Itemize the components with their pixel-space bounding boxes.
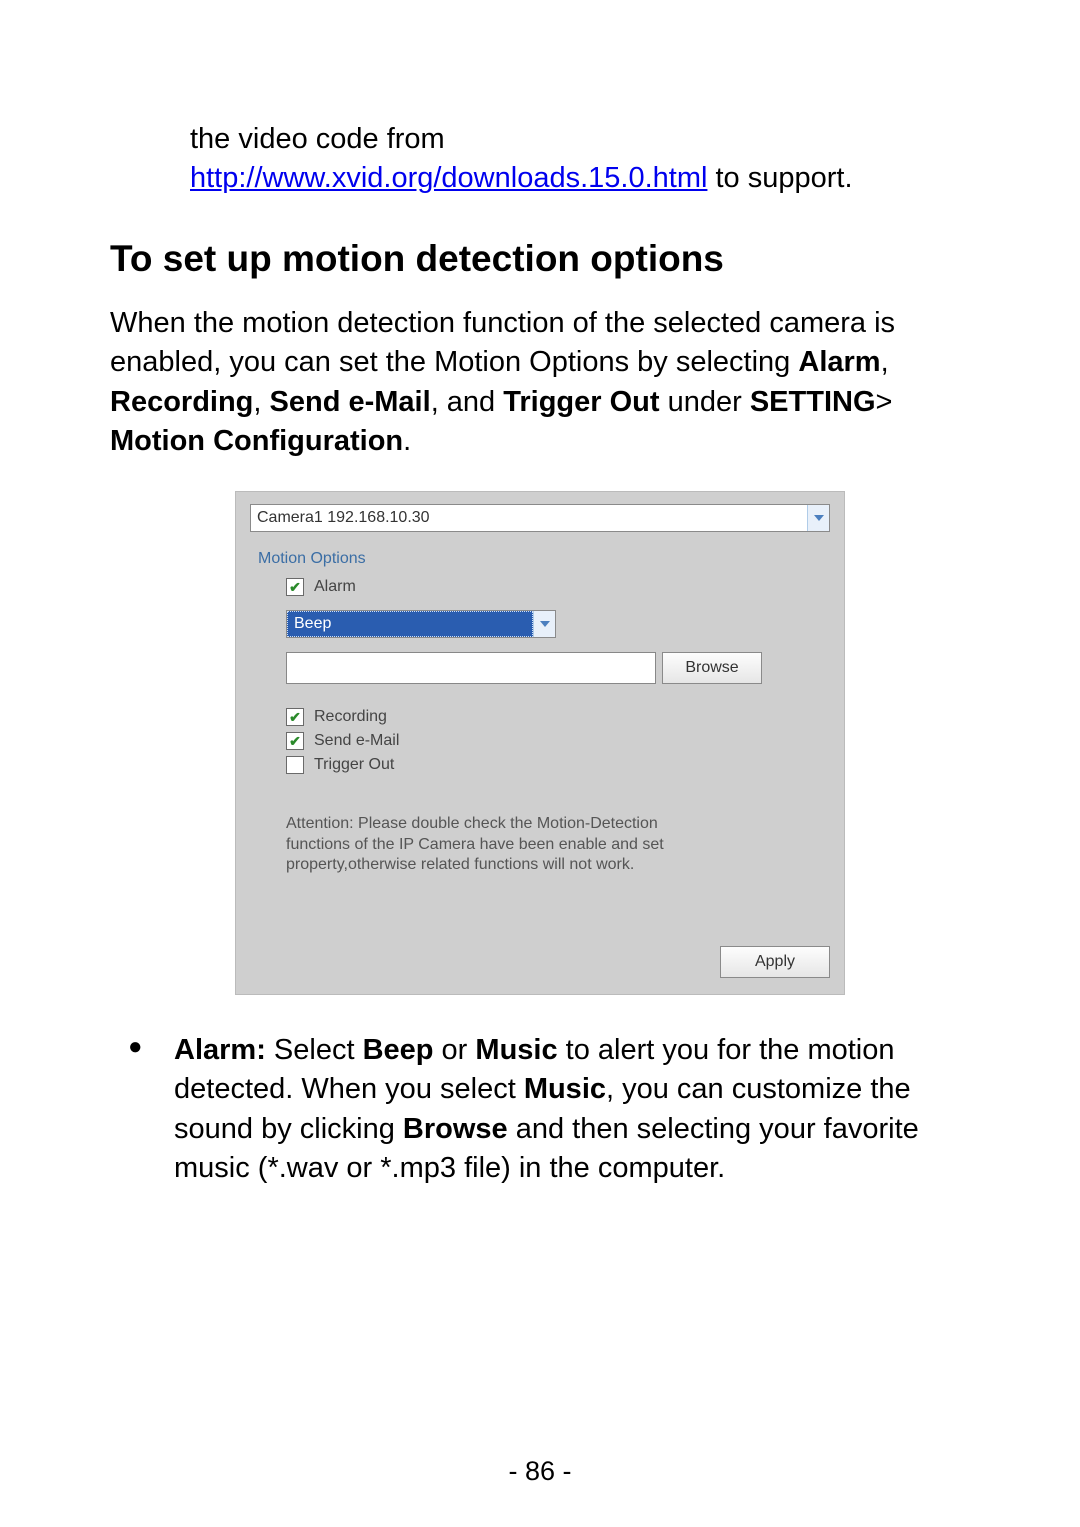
document-page: the video code from http://www.xvid.org/… — [0, 0, 1080, 1527]
camera-select-chevron[interactable] — [807, 505, 829, 531]
music-path-input[interactable] — [286, 652, 656, 684]
chevron-down-icon — [540, 621, 550, 627]
para-b2: Recording — [110, 386, 253, 418]
para-t5: under — [660, 386, 750, 418]
recording-option-row: ✔ Recording — [286, 708, 830, 726]
recording-label: Recording — [314, 708, 387, 726]
para-t4: , and — [431, 386, 504, 418]
para-b5: SETTING — [750, 386, 876, 418]
alarm-mode-chevron[interactable] — [533, 611, 555, 637]
browse-row: Browse — [286, 652, 830, 684]
body-paragraph: When the motion detection function of th… — [110, 304, 970, 461]
bullet-icon: ● — [110, 1031, 174, 1188]
alarm-option-row: ✔ Alarm — [286, 578, 830, 596]
bl-b1: Alarm: — [174, 1034, 266, 1066]
trigger-label: Trigger Out — [314, 756, 394, 774]
para-b6: Motion Configuration — [110, 425, 403, 457]
intro-paragraph: the video code from http://www.xvid.org/… — [190, 120, 970, 198]
camera-select[interactable]: Camera1 192.168.10.30 — [250, 504, 830, 532]
trigger-option-row: ✔ Trigger Out — [286, 756, 830, 774]
trigger-checkbox[interactable]: ✔ — [286, 756, 304, 774]
recording-checkbox[interactable]: ✔ — [286, 708, 304, 726]
apply-button[interactable]: Apply — [720, 946, 830, 978]
camera-select-value: Camera1 192.168.10.30 — [251, 509, 807, 527]
motion-options-label: Motion Options — [258, 550, 830, 568]
page-number: - 86 - — [0, 1456, 1080, 1487]
sendmail-label: Send e-Mail — [314, 732, 399, 750]
para-b3: Send e-Mail — [270, 386, 431, 418]
section-heading: To set up motion detection options — [110, 238, 970, 280]
sendmail-option-row: ✔ Send e-Mail — [286, 732, 830, 750]
bl-b4: Music — [524, 1073, 606, 1105]
para-t6: > — [876, 386, 893, 418]
bl-t1: Select — [266, 1034, 363, 1066]
para-t1: When the motion detection function of th… — [110, 307, 895, 378]
bl-t2: or — [434, 1034, 476, 1066]
para-t7: . — [403, 425, 411, 457]
intro-post: to support. — [707, 162, 852, 194]
alarm-label: Alarm — [314, 578, 356, 596]
bl-b5: Browse — [403, 1113, 508, 1145]
para-t2: , — [881, 346, 889, 378]
para-b1: Alarm — [798, 346, 880, 378]
intro-pre: the video code from — [190, 123, 445, 155]
alarm-checkbox[interactable]: ✔ — [286, 578, 304, 596]
browse-button[interactable]: Browse — [662, 652, 762, 684]
apply-row: Apply — [250, 946, 830, 978]
alarm-mode-select[interactable]: Beep — [286, 610, 556, 638]
bl-b2: Beep — [363, 1034, 434, 1066]
xvid-link[interactable]: http://www.xvid.org/downloads.15.0.html — [190, 162, 707, 194]
attention-text: Attention: Please double check the Motio… — [286, 814, 706, 876]
bullet-text: Alarm: Select Beep or Music to alert you… — [174, 1031, 970, 1188]
bl-b3: Music — [475, 1034, 557, 1066]
para-t3: , — [253, 386, 269, 418]
alarm-mode-value: Beep — [287, 611, 533, 637]
para-b4: Trigger Out — [503, 386, 659, 418]
alarm-bullet: ● Alarm: Select Beep or Music to alert y… — [110, 1031, 970, 1188]
motion-config-dialog: Camera1 192.168.10.30 Motion Options ✔ A… — [235, 491, 845, 995]
sendmail-checkbox[interactable]: ✔ — [286, 732, 304, 750]
chevron-down-icon — [814, 515, 824, 521]
